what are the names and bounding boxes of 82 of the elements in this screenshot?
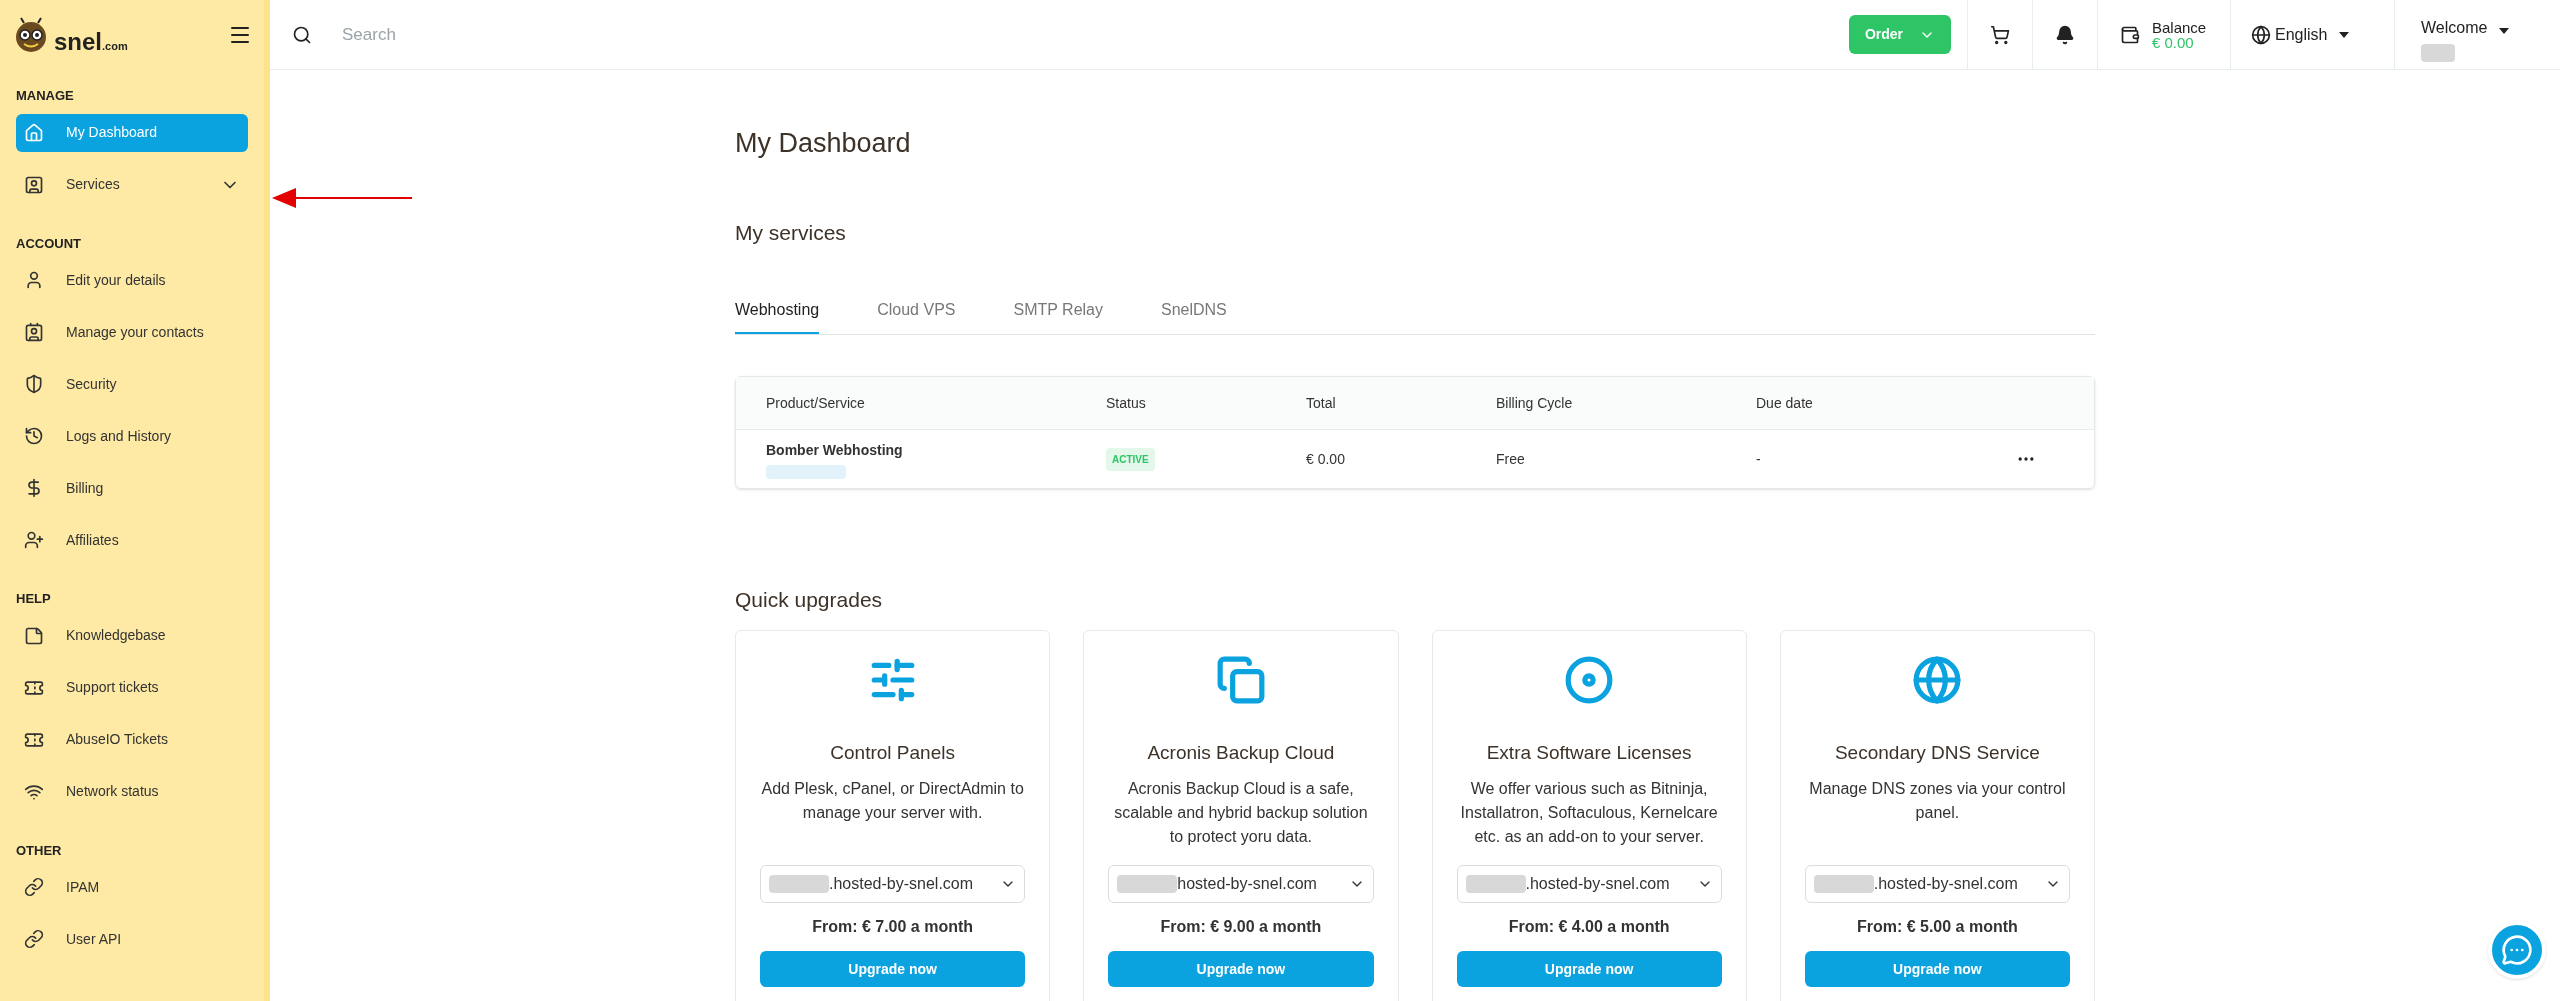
domain-select[interactable]: .hosted-by-snel.com: [1804, 865, 2070, 903]
language-dropdown[interactable]: English: [2230, 0, 2394, 69]
sidebar-item[interactable]: Services: [16, 165, 248, 204]
search-icon: [292, 24, 312, 45]
account-menu[interactable]: Welcome: [2394, 0, 2560, 69]
link-icon: [24, 877, 44, 897]
sidebar-item[interactable]: Logs and History: [16, 417, 248, 455]
column-header: Total: [1306, 393, 1337, 413]
card-description: Manage DNS zones via your control panel.: [1808, 779, 2067, 823]
sidebar-item[interactable]: Manage your contacts: [16, 313, 248, 351]
user-icon: [24, 270, 44, 290]
copy-icon: [1215, 654, 1266, 705]
blurred-placeholder: [769, 875, 829, 893]
sidebar-item[interactable]: Network status: [16, 772, 248, 811]
page-title: My Dashboard: [735, 127, 912, 160]
section-heading: MANAGE: [16, 87, 75, 105]
card-title: Acronis Backup Cloud: [1147, 740, 1335, 765]
column-header: Product/Service: [766, 393, 866, 413]
card-title: Extra Software Licenses: [1486, 740, 1692, 765]
section-heading: HELP: [16, 590, 52, 608]
wallet-icon: [2120, 24, 2140, 45]
tab[interactable]: Cloud VPS: [877, 298, 956, 334]
contact-card-icon: [24, 322, 44, 342]
caret-icon: [2339, 31, 2350, 38]
bell-icon[interactable]: [2055, 24, 2075, 45]
card-price: From: € 7.00 a month: [812, 917, 974, 937]
disc-icon: [1564, 654, 1615, 705]
card-description: Add Plesk, cPanel, or DirectAdmin to manage your server with.: [760, 779, 1025, 823]
table-cell-text: -: [1756, 449, 1762, 469]
card-title: Secondary DNS Service: [1834, 740, 2040, 765]
section-heading: ACCOUNT: [16, 234, 82, 253]
domain-select[interactable]: .hosted-by-snel.com: [1456, 865, 1722, 903]
user-plus-icon: [24, 530, 44, 550]
table-cell-text: € 0.00: [1306, 449, 1346, 469]
balance-label: Balance: [2152, 19, 2207, 35]
sidebar-item[interactable]: Affiliates: [16, 521, 248, 559]
product-name: Bomber Webhosting: [766, 440, 904, 460]
logo-text: snel.com: [54, 30, 128, 54]
blurred-placeholder: [2421, 44, 2455, 62]
globe-icon: [2251, 24, 2271, 45]
sidebar-item[interactable]: Knowledgebase: [16, 616, 248, 655]
column-header: Due date: [1756, 393, 1814, 413]
section-heading: OTHER: [16, 841, 63, 860]
tab[interactable]: Webhosting: [735, 298, 820, 334]
blurred-placeholder: [1117, 875, 1178, 893]
status-badge: ACTIVE: [1106, 447, 1155, 471]
shield-icon: [24, 374, 44, 394]
tab[interactable]: SnelDNS: [1161, 298, 1227, 334]
column-header: Billing Cycle: [1496, 393, 1574, 413]
sidebar-item[interactable]: Edit your details: [16, 261, 248, 299]
globe-icon: [1912, 654, 1963, 705]
cart-icon[interactable]: [1990, 24, 2010, 45]
section-title: Quick upgrades: [735, 587, 884, 613]
section-title: My services: [735, 219, 847, 246]
column-header: Status: [1106, 393, 1147, 413]
table-cell-text: Free: [1496, 449, 1526, 469]
card-price: From: € 4.00 a month: [1508, 917, 1670, 937]
search-field[interactable]: Search: [342, 21, 1849, 48]
card-price: From: € 5.00 a month: [1856, 917, 2018, 937]
card-description: We offer various such as Bitninja, Installatron, Softaculous, Kernelcare etc. as an add-on to your server.: [1459, 779, 1719, 847]
domain-select[interactable]: hosted-by-snel.com: [1108, 865, 1374, 903]
home-icon: [24, 122, 44, 143]
sidebar-item[interactable]: Support tickets: [16, 668, 248, 707]
history-icon: [24, 426, 44, 446]
balance-amount: € 0.00: [2152, 34, 2195, 50]
tab[interactable]: SMTP Relay: [1013, 298, 1103, 334]
blurred-placeholder: [1465, 875, 1526, 893]
sidebar-item[interactable]: Security: [16, 365, 248, 403]
id-card-icon: [24, 174, 44, 195]
sidebar-item[interactable]: Billing: [16, 469, 248, 507]
chat-icon: [2501, 934, 2533, 966]
card-price: From: € 9.00 a month: [1160, 917, 1322, 937]
domain-select[interactable]: .hosted-by-snel.com: [760, 865, 1026, 903]
sidebar-item[interactable]: User API: [16, 920, 248, 958]
sidebar-item[interactable]: AbuseIO Tickets: [16, 720, 248, 759]
sidebar-item[interactable]: IPAM: [16, 868, 248, 906]
card-description: Acronis Backup Cloud is a safe, scalable and hybrid backup solution to protect yoru data.: [1113, 779, 1369, 847]
link-icon: [24, 929, 44, 949]
card-title: Control Panels: [830, 740, 955, 765]
note-icon: [24, 625, 44, 646]
caret-icon: [2499, 28, 2510, 34]
blurred-placeholder: [1813, 875, 1874, 893]
